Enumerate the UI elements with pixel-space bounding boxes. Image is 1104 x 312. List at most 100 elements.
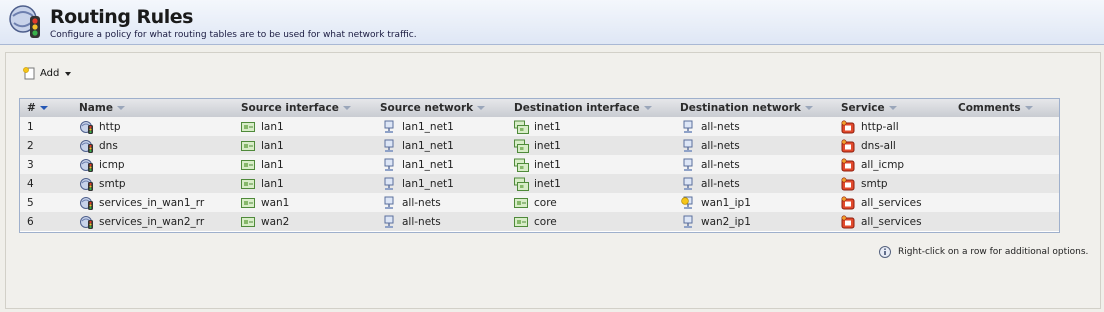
column-header-source-interface[interactable]: Source interface [241,102,351,114]
interface-icon [514,197,528,208]
column-header-destination-interface[interactable]: Destination interface [514,102,652,114]
column-header-destination-network[interactable]: Destination network [680,102,813,114]
cell-name: icmp [79,155,125,174]
network-object-icon [683,139,693,152]
table-row[interactable]: 6 services_in_wan2_rr wan2 all-nets core wan2… [20,212,1059,231]
table-row[interactable]: 1 http lan1 lan1_net1 inet1 all-nets http-all [20,117,1059,136]
service-icon [841,195,855,209]
network-object-icon [683,215,693,228]
column-header-source-network[interactable]: Source network [380,102,486,114]
column-header-label: Source interface [241,102,339,114]
interface-group-icon [514,139,529,153]
column-header-service[interactable]: Service [841,102,897,114]
column-header-label: # [27,102,36,114]
column-header-number[interactable]: # [27,102,48,114]
cell-num: 4 [27,174,34,193]
interface-icon [241,178,255,189]
cell-text: icmp [99,158,125,171]
cell-text: 1 [27,120,34,133]
table-row[interactable]: 4 smtp lan1 lan1_net1 inet1 all-nets smtp [20,174,1059,193]
cell-text: inet1 [534,177,561,190]
interface-icon [241,121,255,132]
column-header-label: Comments [958,102,1021,114]
cell-text: all_icmp [861,158,905,171]
cell-dst-if: inet1 [514,155,561,174]
network-object-icon [683,120,693,133]
table-row[interactable]: 2 dns lan1 lan1_net1 inet1 all-nets dns-all [20,136,1059,155]
network-object-icon [683,177,693,190]
cell-text: 3 [27,158,34,171]
network-object-icon [384,120,394,133]
add-button[interactable]: Add [22,65,72,81]
cell-src-if: lan1 [241,136,284,155]
network-object-locked-icon [681,196,693,209]
routing-rule-icon [80,158,93,172]
chevron-down-icon [65,72,72,76]
cell-src-if: lan1 [241,155,284,174]
column-header-label: Name [79,102,113,114]
service-icon [841,214,855,228]
cell-service: dns-all [841,136,896,155]
cell-text: services_in_wan2_rr [99,215,205,228]
cell-text: http-all [861,120,899,133]
service-icon [841,176,855,190]
column-header-name[interactable]: Name [79,102,125,114]
cell-name: services_in_wan1_rr [79,193,204,212]
network-object-icon [683,158,693,171]
routing-rules-table: # Name Source interface Source network D… [19,98,1060,233]
cell-text: inet1 [534,120,561,133]
sort-icon [888,106,897,110]
cell-dst-net: all-nets [681,174,740,193]
cell-dst-net: all-nets [681,136,740,155]
cell-num: 3 [27,155,34,174]
cell-name: http [79,117,121,136]
cell-src-if: lan1 [241,117,284,136]
cell-text: lan1_net1 [402,158,454,171]
cell-text: inet1 [534,158,561,171]
context-menu-hint: Right-click on a row for additional opti… [878,245,1088,259]
cell-text: smtp [861,177,888,190]
column-header-label: Service [841,102,885,114]
interface-group-icon [514,177,529,191]
interface-icon [241,197,255,208]
table-row[interactable]: 3 icmp lan1 lan1_net1 inet1 all-nets all_icmp [20,155,1059,174]
routing-rule-icon [80,120,93,134]
interface-group-icon [514,120,529,134]
cell-text: lan1 [261,120,284,133]
add-button-label: Add [40,67,60,79]
routing-rule-icon [80,139,93,153]
cell-src-net: lan1_net1 [382,117,454,136]
cell-src-if: wan2 [241,212,289,231]
cell-text: all-nets [701,120,740,133]
interface-icon [241,140,255,151]
network-object-icon [384,139,394,152]
column-header-label: Destination network [680,102,801,114]
hint-text: Right-click on a row for additional opti… [898,247,1089,257]
service-icon [841,119,855,133]
cell-text: smtp [99,177,126,190]
cell-name: dns [79,136,118,155]
cell-num: 1 [27,117,34,136]
routing-rules-icon [9,5,40,38]
cell-text: all-nets [402,215,441,228]
sort-icon [643,106,652,110]
table-row[interactable]: 5 services_in_wan1_rr wan1 all-nets core wan1… [20,193,1059,212]
cell-text: lan1_net1 [402,139,454,152]
cell-src-net: all-nets [382,193,441,212]
cell-dst-net: wan2_ip1 [681,212,751,231]
cell-text: wan1 [261,196,290,209]
page-title: Routing Rules [50,6,193,28]
cell-text: all-nets [701,158,740,171]
cell-dst-net: wan1_ip1 [681,193,751,212]
cell-src-net: lan1_net1 [382,155,454,174]
sort-icon [804,106,813,110]
column-header-comments[interactable]: Comments [958,102,1033,114]
cell-src-net: lan1_net1 [382,174,454,193]
cell-service: all_services [841,212,922,231]
interface-icon [241,216,255,227]
cell-text: lan1 [261,177,284,190]
network-object-icon [384,158,394,171]
service-icon [841,138,855,152]
cell-text: 5 [27,196,34,209]
info-icon [879,246,891,258]
